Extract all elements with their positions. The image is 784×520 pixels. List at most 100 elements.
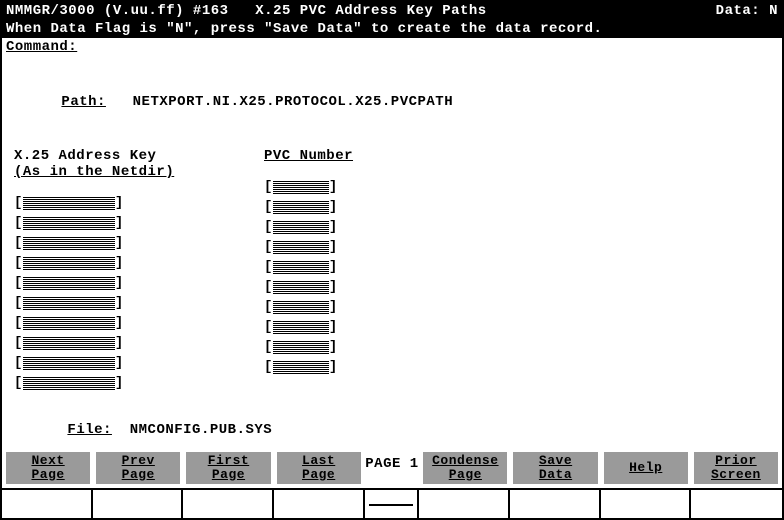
left-bracket-icon: [ (14, 195, 23, 211)
status-cell (274, 490, 365, 518)
addr-field[interactable]: [] (14, 234, 244, 252)
addr-input[interactable] (23, 276, 115, 290)
left-bracket-icon: [ (264, 199, 273, 215)
pvc-input[interactable] (273, 200, 329, 214)
right-bracket-icon: ] (329, 359, 338, 375)
addr-field[interactable]: [] (14, 374, 244, 392)
pvc-input[interactable] (273, 240, 329, 254)
pvc-input[interactable] (273, 300, 329, 314)
path-row: Path: NETXPORT.NI.X25.PROTOCOL.X25.PVCPA… (8, 78, 776, 126)
title-bar: NMMGR/3000 (V.uu.ff) #163 X.25 PVC Addre… (2, 2, 782, 20)
right-bracket-icon: ] (115, 315, 124, 331)
fkey-help[interactable]: Help (604, 452, 688, 484)
addr-field[interactable]: [] (14, 274, 244, 292)
status-cell-mid (365, 490, 419, 518)
fkey-condense-page[interactable]: CondensePage (423, 452, 507, 484)
addr-field[interactable]: [] (14, 214, 244, 232)
left-bracket-icon: [ (14, 295, 23, 311)
right-bracket-icon: ] (329, 339, 338, 355)
pvc-input[interactable] (273, 360, 329, 374)
pvc-field[interactable]: [] (264, 218, 434, 236)
addr-input[interactable] (23, 196, 115, 210)
addr-input[interactable] (23, 376, 115, 390)
pvc-field[interactable]: [] (264, 278, 434, 296)
right-bracket-icon: ] (329, 199, 338, 215)
column-headers: X.25 Address Key (As in the Netdir) [][]… (8, 148, 776, 392)
right-bracket-icon: ] (329, 179, 338, 195)
pvc-field[interactable]: [] (264, 198, 434, 216)
pvc-input[interactable] (273, 320, 329, 334)
fkey-prev-page[interactable]: PrevPage (96, 452, 180, 484)
fkey-last-page[interactable]: LastPage (277, 452, 361, 484)
addr-input[interactable] (23, 236, 115, 250)
right-bracket-icon: ] (329, 219, 338, 235)
right-bracket-icon: ] (115, 375, 124, 391)
right-bracket-icon: ] (329, 239, 338, 255)
pvc-input[interactable] (273, 220, 329, 234)
status-cell (419, 490, 510, 518)
data-flag-value: N (769, 3, 778, 19)
left-bracket-icon: [ (264, 339, 273, 355)
pvc-field[interactable]: [] (264, 318, 434, 336)
right-bracket-icon: ] (115, 275, 124, 291)
pvc-input[interactable] (273, 180, 329, 194)
addr-field[interactable]: [] (14, 314, 244, 332)
left-bracket-icon: [ (264, 179, 273, 195)
pvc-field[interactable]: [] (264, 238, 434, 256)
path-value: NETXPORT.NI.X25.PROTOCOL.X25.PVCPATH (133, 94, 453, 110)
fkey-prior-screen[interactable]: PriorScreen (694, 452, 778, 484)
addr-input[interactable] (23, 256, 115, 270)
right-bracket-icon: ] (115, 195, 124, 211)
left-bracket-icon: [ (264, 219, 273, 235)
left-bracket-icon: [ (264, 359, 273, 375)
left-bracket-icon: [ (264, 279, 273, 295)
addr-field[interactable]: [] (14, 254, 244, 272)
status-cell (183, 490, 274, 518)
pvc-input[interactable] (273, 340, 329, 354)
addr-header-1: X.25 Address Key (14, 148, 244, 164)
addr-input[interactable] (23, 296, 115, 310)
fkey-save-data[interactable]: SaveData (513, 452, 597, 484)
pvc-field[interactable]: [] (264, 358, 434, 376)
left-bracket-icon: [ (14, 335, 23, 351)
pvc-input[interactable] (273, 260, 329, 274)
right-bracket-icon: ] (115, 355, 124, 371)
status-cell (2, 490, 93, 518)
fkey-next-page[interactable]: NextPage (6, 452, 90, 484)
addr-input[interactable] (23, 336, 115, 350)
addr-field[interactable]: [] (14, 194, 244, 212)
pvc-input[interactable] (273, 280, 329, 294)
data-flag-label: Data: (716, 3, 761, 19)
right-bracket-icon: ] (115, 255, 124, 271)
addr-field[interactable]: [] (14, 294, 244, 312)
right-bracket-icon: ] (329, 319, 338, 335)
addr-input[interactable] (23, 316, 115, 330)
right-bracket-icon: ] (115, 295, 124, 311)
right-bracket-icon: ] (115, 235, 124, 251)
pvc-fields: [][][][][][][][][][] (264, 178, 434, 376)
addr-header-2: (As in the Netdir) (14, 164, 244, 180)
file-row: File: NMCONFIG.PUB.SYS (14, 406, 776, 454)
fkey-first-page[interactable]: FirstPage (186, 452, 270, 484)
addr-input[interactable] (23, 216, 115, 230)
left-bracket-icon: [ (14, 255, 23, 271)
app-name: NMMGR/3000 (V.uu.ff) #163 (6, 3, 229, 19)
left-bracket-icon: [ (264, 319, 273, 335)
file-label: File: (67, 422, 112, 438)
right-bracket-icon: ] (115, 215, 124, 231)
addr-field[interactable]: [] (14, 354, 244, 372)
pvc-field[interactable]: [] (264, 258, 434, 276)
left-bracket-icon: [ (14, 315, 23, 331)
addr-fields: [][][][][][][][][][] (14, 194, 244, 392)
command-line[interactable]: Command: (2, 38, 782, 56)
addr-field[interactable]: [] (14, 334, 244, 352)
pvc-field[interactable]: [] (264, 178, 434, 196)
pvc-field[interactable]: [] (264, 298, 434, 316)
right-bracket-icon: ] (329, 299, 338, 315)
pvc-field[interactable]: [] (264, 338, 434, 356)
fkey-blank (367, 452, 418, 484)
left-bracket-icon: [ (14, 355, 23, 371)
left-bracket-icon: [ (264, 259, 273, 275)
left-bracket-icon: [ (14, 275, 23, 291)
addr-input[interactable] (23, 356, 115, 370)
